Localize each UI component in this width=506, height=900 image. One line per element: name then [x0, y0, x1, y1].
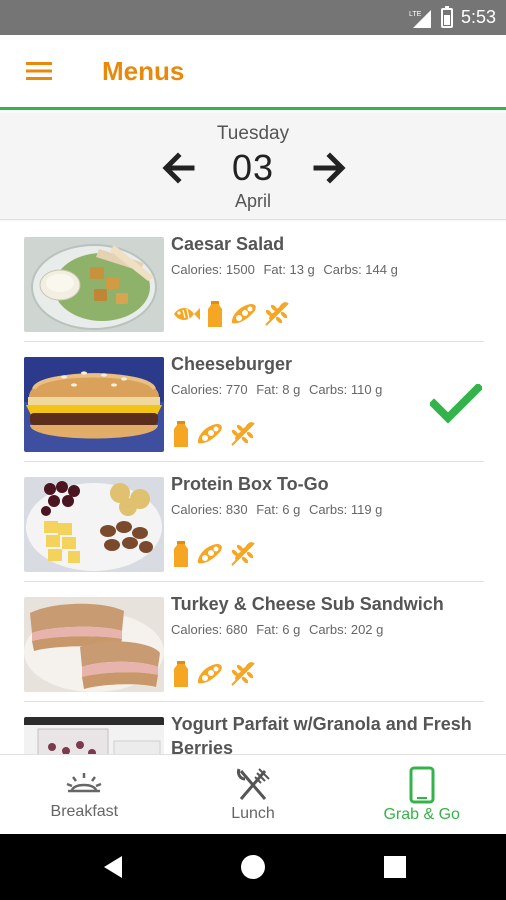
app-bar: Menus — [0, 35, 506, 110]
turkey-sandwich-photo — [24, 597, 164, 692]
wheat-icon — [265, 302, 289, 326]
soy-icon — [197, 424, 222, 444]
weekday-label: Tuesday — [216, 123, 290, 144]
nav-lunch[interactable]: Lunch — [169, 755, 338, 834]
milk-icon — [208, 301, 222, 327]
list-item[interactable]: Turkey & Cheese Sub Sandwich Calories: 6… — [24, 582, 484, 702]
item-name: Cheeseburger — [171, 354, 293, 374]
page-title: Menus — [102, 55, 185, 86]
fork-knife-icon — [237, 767, 270, 800]
system-navigation-bar — [0, 834, 506, 900]
phone-icon — [409, 766, 435, 803]
allergen-icons — [171, 420, 257, 448]
soy-icon — [197, 664, 222, 684]
nutrition-info: Calories: 830 Fat: 6 g Carbs: 119 g — [171, 502, 387, 517]
next-day-arrow-icon[interactable] — [313, 151, 347, 185]
wheat-icon — [231, 422, 255, 446]
home-icon[interactable] — [240, 854, 266, 880]
item-name: Turkey & Cheese Sub Sandwich — [171, 594, 444, 614]
menu-list[interactable]: Caesar Salad Calories: 1500 Fat: 13 g Ca… — [0, 222, 506, 754]
list-item[interactable]: Yogurt Parfait w/Granola and Fresh Berri… — [24, 702, 484, 754]
fat-value: Fat: 8 g — [256, 382, 301, 397]
milk-icon — [174, 661, 188, 687]
wheat-icon — [231, 662, 255, 686]
status-bar: LTE 5:53 — [0, 0, 506, 35]
item-name: Caesar Salad — [171, 234, 285, 254]
list-item[interactable]: Cheeseburger Calories: 770 Fat: 8 g Carb… — [24, 342, 484, 462]
item-name: Yogurt Parfait w/Granola and Fresh Berri… — [171, 714, 472, 754]
checkmark-icon[interactable] — [430, 384, 482, 424]
lte-signal-icon: LTE — [409, 9, 431, 28]
nav-breakfast-label: Breakfast — [50, 802, 119, 820]
fat-value: Fat: 13 g — [263, 262, 315, 277]
day-number: 03 — [231, 147, 275, 188]
wheat-icon — [231, 542, 255, 566]
nav-lunch-label: Lunch — [231, 804, 275, 822]
soy-icon — [231, 304, 256, 324]
battery-icon — [440, 5, 453, 28]
milk-icon — [174, 421, 188, 447]
app-screen: LTE 5:53 Menus Tuesday 03 April Caesar S… — [0, 0, 506, 900]
nav-grab-go-label: Grab & Go — [383, 805, 460, 823]
nav-breakfast[interactable]: Breakfast — [0, 755, 169, 834]
allergen-icons — [171, 300, 291, 328]
clock: 5:53 — [460, 7, 496, 27]
calories-value: Calories: 770 — [171, 382, 248, 397]
fish-icon — [174, 308, 200, 320]
carbs-value: Carbs: 110 g — [308, 382, 383, 397]
carbs-value: Carbs: 119 g — [308, 502, 383, 517]
sunrise-icon — [66, 772, 102, 792]
milk-icon — [174, 541, 188, 567]
hamburger-menu-button[interactable] — [0, 34, 80, 109]
list-item[interactable]: Protein Box To-Go Calories: 830 Fat: 6 g… — [24, 462, 484, 582]
carbs-value: Carbs: 202 g — [308, 622, 384, 637]
svg-text:LTE: LTE — [409, 11, 422, 18]
calories-value: Calories: 1500 — [171, 262, 255, 277]
nav-grab-go[interactable]: Grab & Go — [337, 755, 506, 834]
carbs-value: Carbs: 144 g — [323, 262, 398, 277]
back-icon[interactable] — [100, 854, 126, 880]
item-name: Protein Box To-Go — [171, 474, 329, 494]
date-selector: Tuesday 03 April — [0, 113, 506, 220]
allergen-icons — [171, 660, 257, 688]
protein-box-photo — [24, 477, 164, 572]
calories-value: Calories: 680 — [171, 622, 248, 637]
yogurt-parfait-photo — [24, 717, 164, 754]
caesar-salad-photo — [24, 237, 164, 332]
soy-icon — [197, 544, 222, 564]
fat-value: Fat: 6 g — [256, 502, 301, 517]
nutrition-info: Calories: 770 Fat: 8 g Carbs: 110 g — [171, 382, 387, 397]
bottom-navigation: Breakfast Lunch Grab & Go — [0, 754, 506, 834]
calories-value: Calories: 830 — [171, 502, 248, 517]
list-item[interactable]: Caesar Salad Calories: 1500 Fat: 13 g Ca… — [24, 222, 484, 342]
month-label: April — [234, 191, 271, 211]
fat-value: Fat: 6 g — [256, 622, 301, 637]
cheeseburger-photo — [24, 357, 164, 452]
recents-icon[interactable] — [382, 854, 408, 880]
nutrition-info: Calories: 680 Fat: 6 g Carbs: 202 g — [171, 622, 388, 637]
hamburger-icon — [26, 62, 52, 80]
allergen-icons — [171, 540, 257, 568]
nutrition-info: Calories: 1500 Fat: 13 g Carbs: 144 g — [171, 262, 403, 277]
